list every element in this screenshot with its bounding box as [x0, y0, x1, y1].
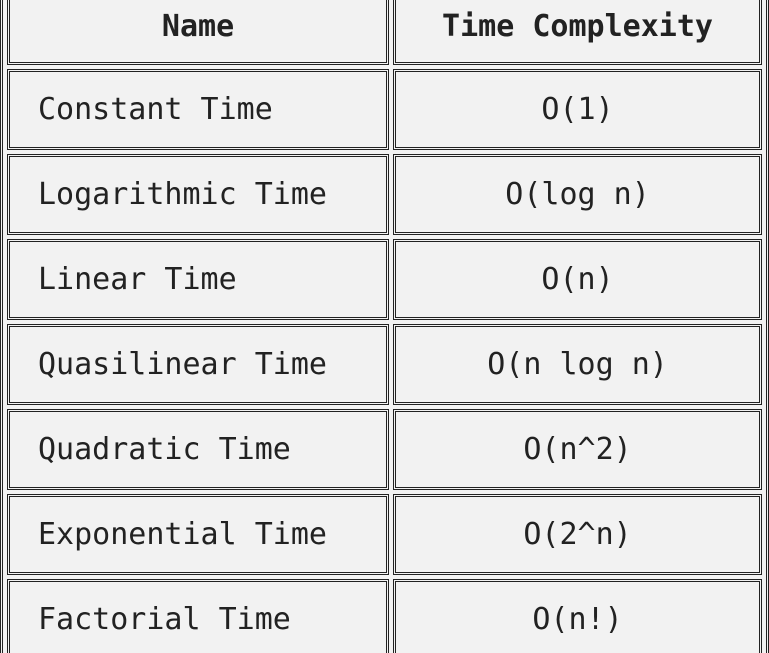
row-name-cell: Factorial Time — [7, 579, 390, 653]
row-name-cell: Quasilinear Time — [7, 324, 390, 405]
row-complexity-cell: O(2^n) — [393, 494, 762, 575]
table-row: Logarithmic Time O(log n) — [7, 154, 762, 235]
row-name-cell: Quadratic Time — [7, 409, 390, 490]
table-row: Quadratic Time O(n^2) — [7, 409, 762, 490]
time-complexity-table: Name Time Complexity Constant Time O(1) … — [0, 0, 769, 653]
table-row: Linear Time O(n) — [7, 239, 762, 320]
document-viewport: Name Time Complexity Constant Time O(1) … — [0, 0, 769, 653]
table-row: Factorial Time O(n!) — [7, 579, 762, 653]
table-row: Quasilinear Time O(n log n) — [7, 324, 762, 405]
row-complexity-cell: O(1) — [393, 69, 762, 150]
row-complexity-cell: O(log n) — [393, 154, 762, 235]
row-name-cell: Logarithmic Time — [7, 154, 390, 235]
table-row: Constant Time O(1) — [7, 69, 762, 150]
table-body: Constant Time O(1) Logarithmic Time O(lo… — [7, 69, 762, 653]
header-name: Name — [7, 0, 390, 65]
row-complexity-cell: O(n^2) — [393, 409, 762, 490]
header-row: Name Time Complexity — [7, 0, 762, 65]
row-name-cell: Constant Time — [7, 69, 390, 150]
row-name-cell: Exponential Time — [7, 494, 390, 575]
table-header: Name Time Complexity — [7, 0, 762, 65]
row-complexity-cell: O(n) — [393, 239, 762, 320]
header-time-complexity: Time Complexity — [393, 0, 762, 65]
row-name-cell: Linear Time — [7, 239, 390, 320]
row-complexity-cell: O(n log n) — [393, 324, 762, 405]
table-row: Exponential Time O(2^n) — [7, 494, 762, 575]
row-complexity-cell: O(n!) — [393, 579, 762, 653]
